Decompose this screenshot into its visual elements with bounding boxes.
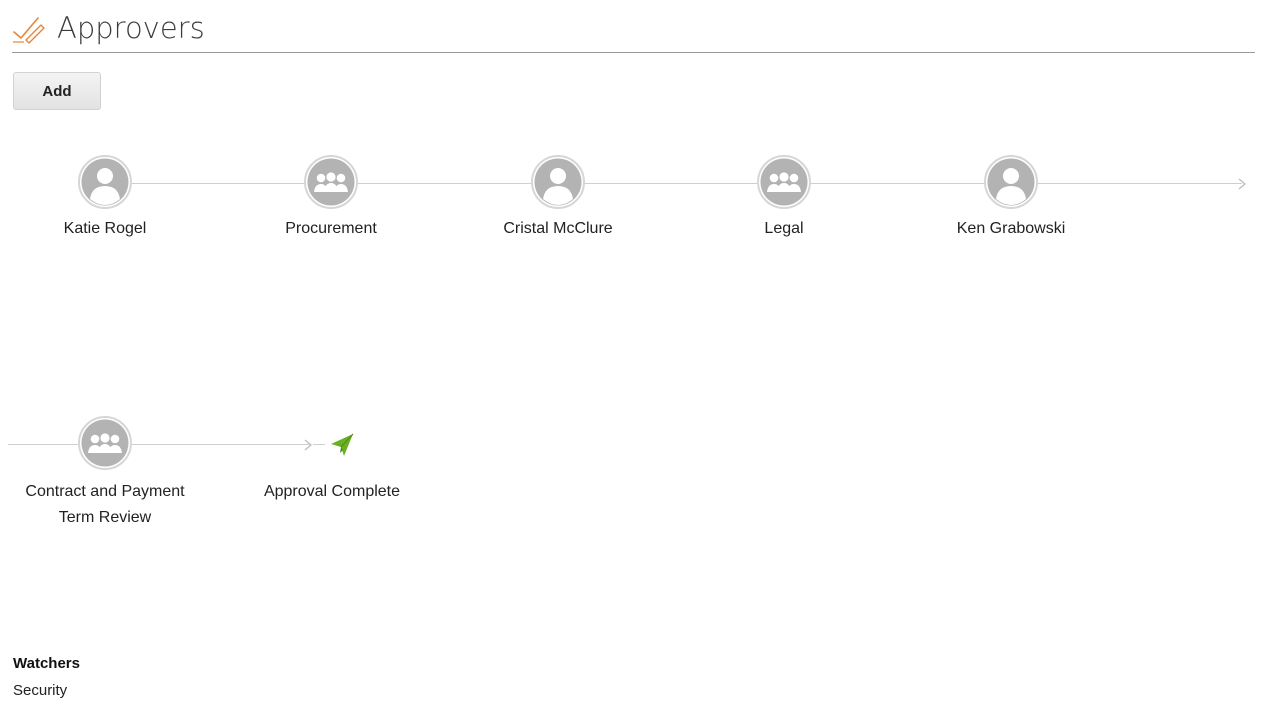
- flow-connector-row2: [8, 444, 310, 445]
- chevron-right-icon: [1238, 177, 1247, 190]
- approver-name: Katie Rogel: [63, 220, 147, 237]
- user-icon: [531, 155, 585, 209]
- watchers-value: Security: [13, 682, 68, 699]
- approver-name: Ken Grabowski: [956, 220, 1066, 237]
- add-approver-button[interactable]: Add: [13, 72, 101, 110]
- approval-complete-label: Approval Complete: [263, 483, 401, 500]
- group-icon: [78, 416, 132, 470]
- approver-name: Cristal McClure: [503, 220, 613, 237]
- approval-signature-icon: [12, 14, 46, 44]
- approver-group-name: Legal: [764, 220, 804, 237]
- group-icon: [757, 155, 811, 209]
- watchers-heading: Watchers: [13, 655, 80, 672]
- group-icon: [304, 155, 358, 209]
- approver-group-name: Contract and Payment Term Review: [25, 483, 185, 526]
- paper-plane-icon: [329, 432, 355, 458]
- flow-connector-tail: [313, 444, 325, 445]
- approvers-page: Approvers Add Katie Rogel Procurement Cr…: [0, 0, 1267, 708]
- section-header: Approvers: [12, 8, 1255, 53]
- user-icon: [984, 155, 1038, 209]
- chevron-right-icon: [304, 438, 313, 451]
- user-icon: [78, 155, 132, 209]
- flow-connector-row1: [105, 183, 1242, 184]
- page-title: Approvers: [57, 11, 205, 45]
- approver-group-name: Procurement: [285, 220, 377, 237]
